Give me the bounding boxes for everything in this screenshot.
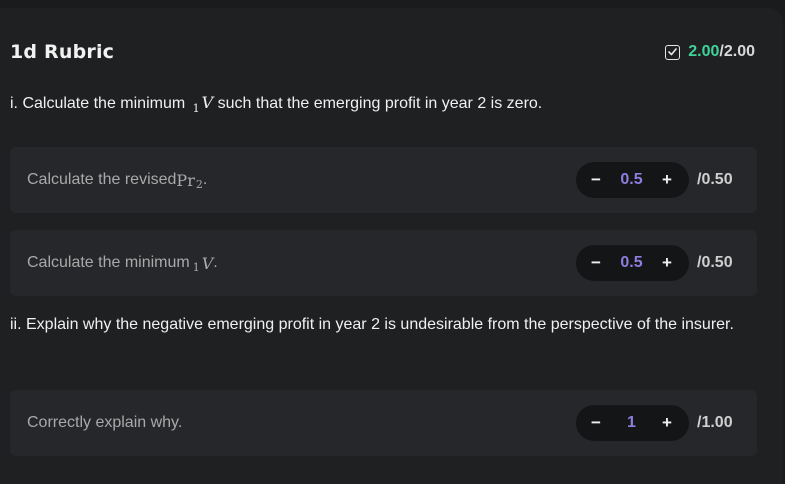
- math-symbol: Pr: [176, 170, 195, 190]
- max-score: /1.00: [697, 414, 733, 431]
- question-text: such that the emerging profit in year 2 …: [213, 95, 543, 112]
- math-subscript: 1: [192, 260, 200, 274]
- increment-button[interactable]: +: [659, 253, 675, 273]
- score-value[interactable]: 0.5: [620, 171, 642, 189]
- decrement-button[interactable]: −: [588, 253, 604, 273]
- question-text: i. Calculate the minimum: [10, 95, 190, 112]
- score-stepper: − 0.5 +: [576, 245, 689, 281]
- rubric-score: 2.00 /2.00: [665, 43, 755, 61]
- increment-button[interactable]: +: [659, 170, 675, 190]
- decrement-button[interactable]: −: [588, 170, 604, 190]
- label-text: Calculate the revised: [27, 171, 177, 188]
- math-subscript: 1: [192, 102, 200, 115]
- math-subscript: 2: [195, 177, 203, 191]
- item-label: Correctly explain why.: [27, 414, 183, 431]
- rubric-item: Correctly explain why. − 1 + /1.00: [10, 390, 757, 456]
- increment-button[interactable]: +: [659, 413, 675, 433]
- item-label: Calculate the revised Pr 2.: [27, 147, 207, 213]
- rubric-item: Calculate the revised Pr 2. − 0.5 + /0.50: [10, 147, 757, 213]
- score-stepper: − 1 +: [576, 405, 689, 441]
- rubric-item: Calculate the minimum 1V. − 0.5 + /0.50: [10, 230, 757, 296]
- score-value[interactable]: 1: [627, 414, 636, 432]
- label-text: .: [202, 171, 208, 188]
- question-i: i. Calculate the minimum 1V such that th…: [10, 91, 743, 116]
- score-total: /2.00: [719, 43, 755, 60]
- question-ii: ii. Explain why the negative emerging pr…: [10, 316, 734, 333]
- rubric-title: 1d Rubric: [10, 41, 115, 63]
- score-stepper: − 0.5 +: [576, 162, 689, 198]
- rubric-header: 1d Rubric 2.00 /2.00: [10, 34, 755, 70]
- score-earned: 2.00: [688, 43, 720, 60]
- math-variable: V: [201, 253, 214, 273]
- item-label: Calculate the minimum 1V.: [27, 230, 218, 296]
- label-text: Calculate the minimum: [27, 254, 190, 271]
- label-text: .: [213, 254, 218, 271]
- decrement-button[interactable]: −: [588, 413, 604, 433]
- max-score: /0.50: [697, 254, 733, 271]
- math-variable: V: [201, 93, 214, 112]
- rubric-panel: 1d Rubric 2.00 /2.00 i. Calculate the mi…: [0, 8, 783, 484]
- check-square-icon: [665, 44, 681, 60]
- score-value[interactable]: 0.5: [620, 254, 642, 272]
- max-score: /0.50: [697, 171, 733, 188]
